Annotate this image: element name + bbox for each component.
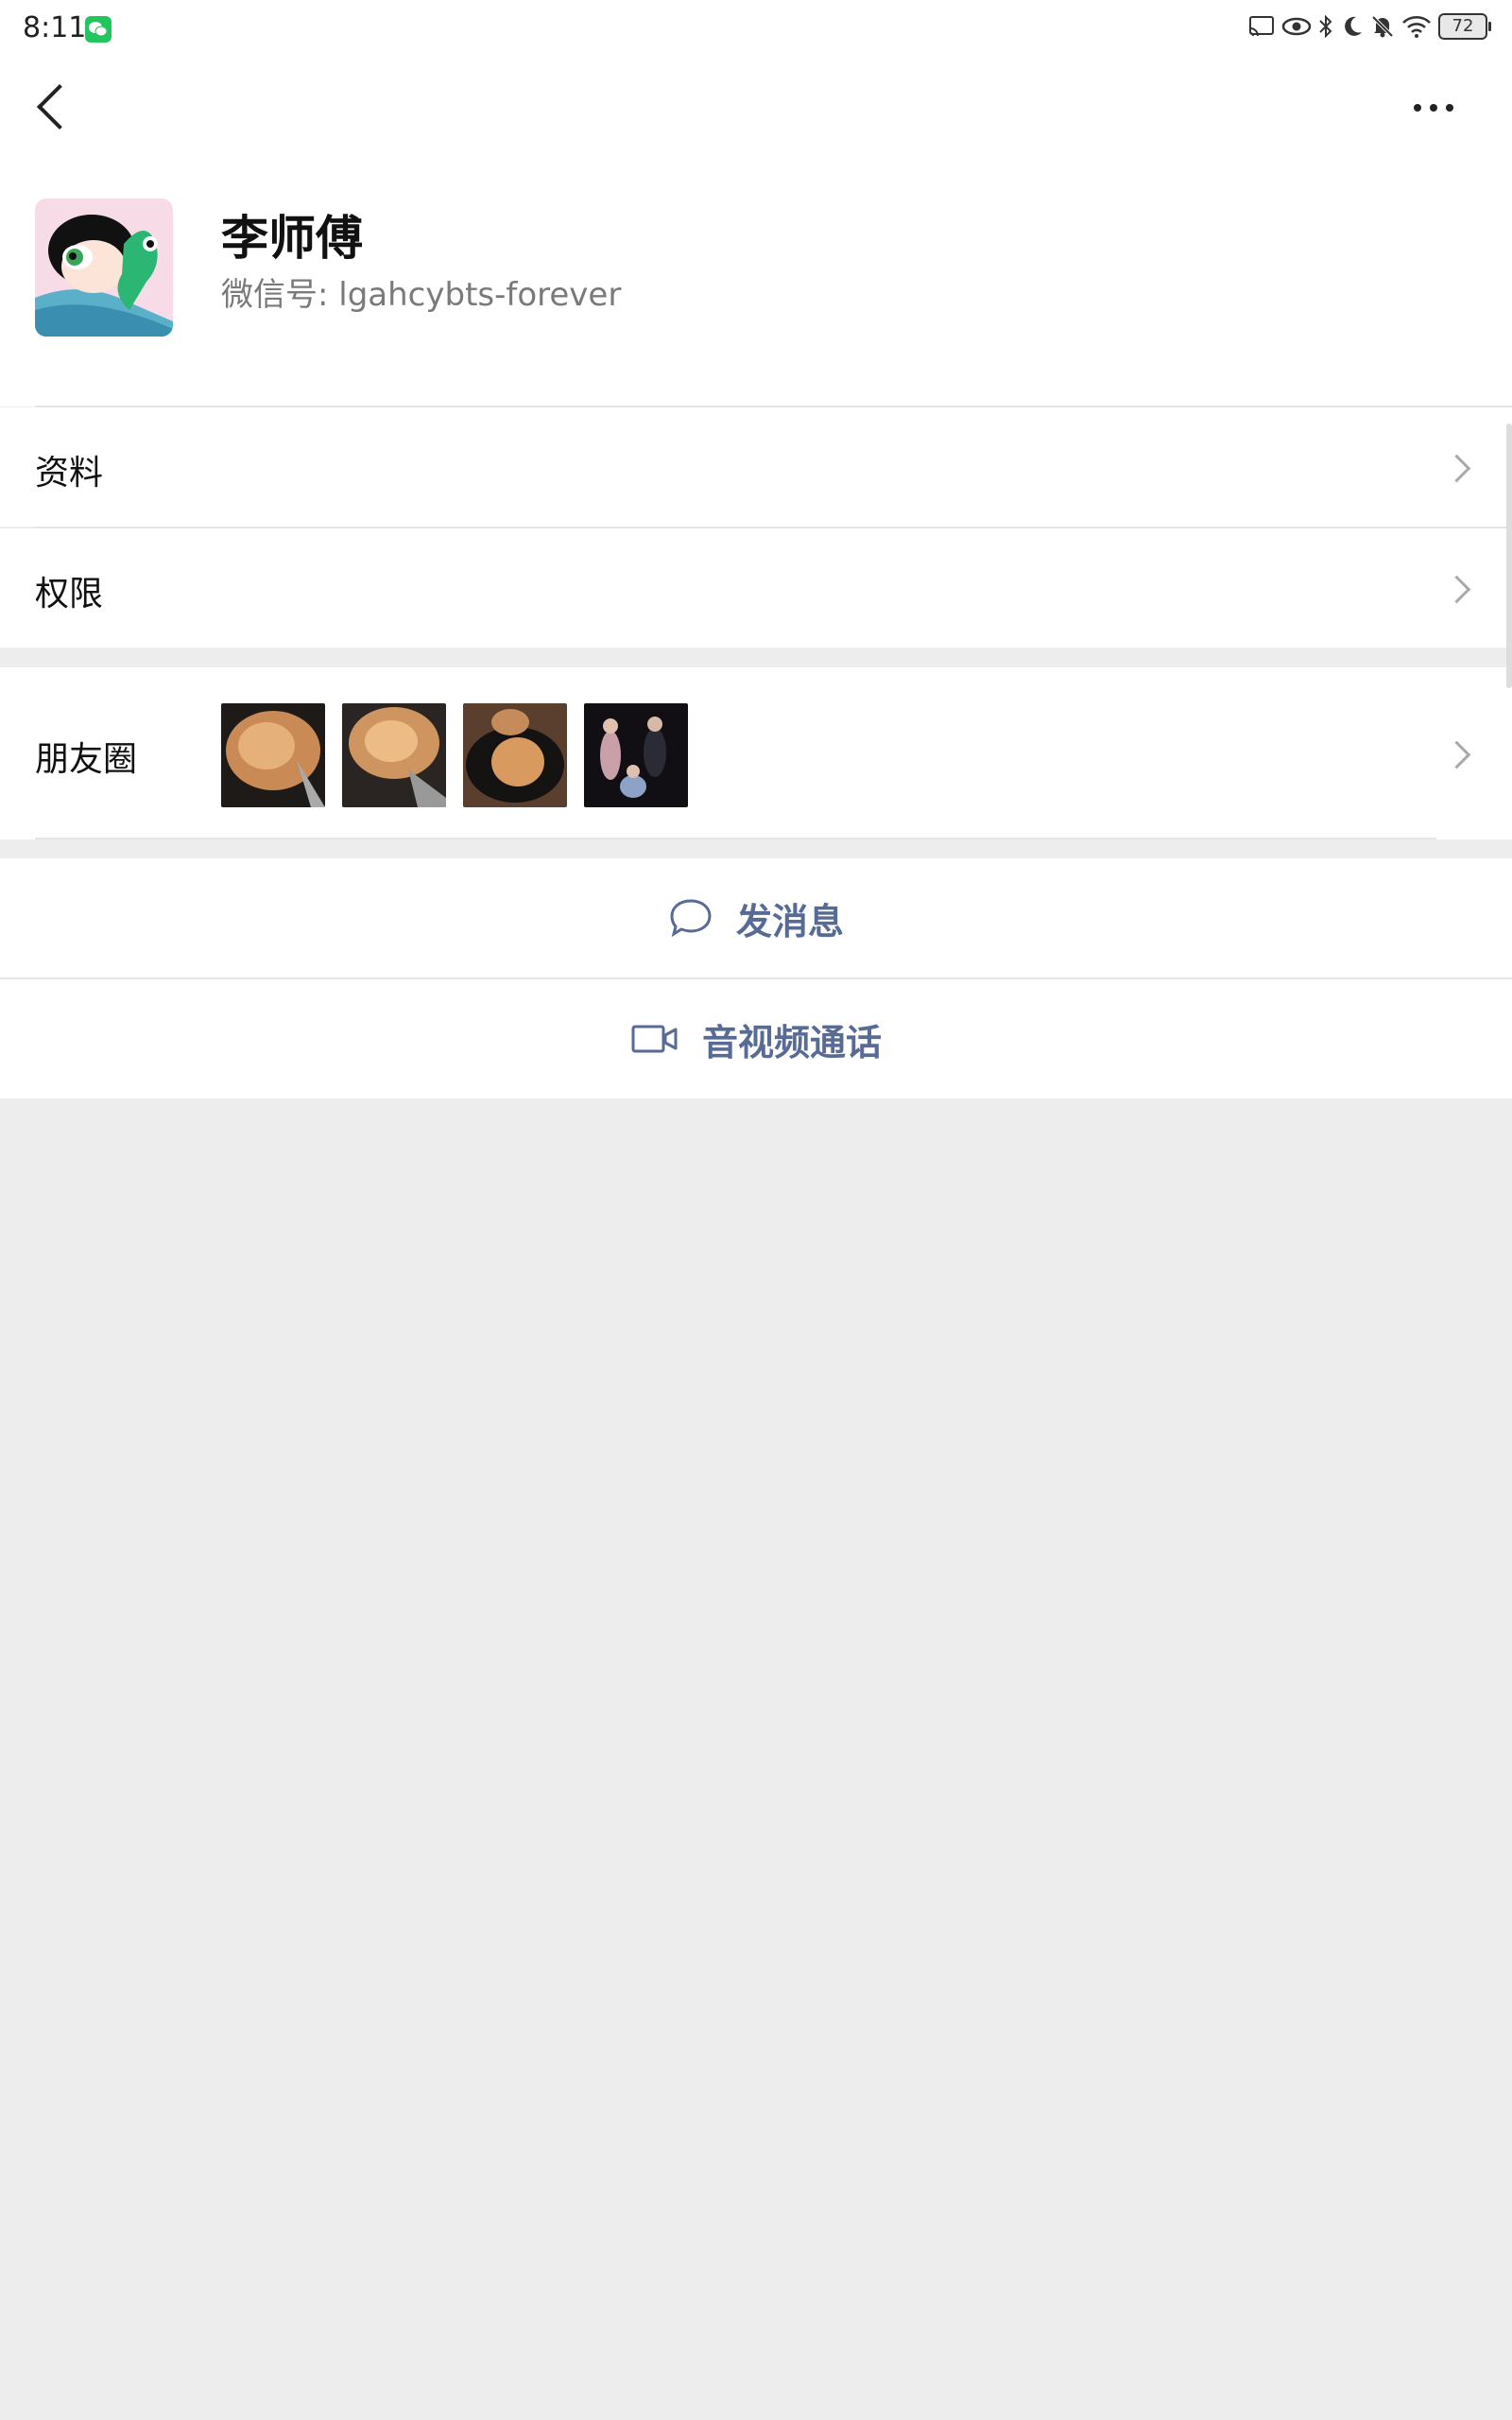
moments-thumbnail [463,703,567,807]
chat-bubble-icon [670,899,712,938]
nav-bar [0,59,1512,163]
row-moments-label: 朋友圈 [35,740,138,779]
chevron-right-icon [1442,575,1471,604]
scrollbar[interactable] [1506,424,1512,688]
moments-thumbnail [221,703,325,807]
chevron-right-icon [1442,740,1471,769]
cast-icon [1249,16,1274,37]
row-info-label: 资料 [35,454,104,493]
video-camera-icon [631,1025,678,1053]
status-bar: 8:11 72 [0,0,1512,59]
more-dots-icon [1414,104,1421,112]
send-message-label: 发消息 [735,900,844,942]
video-call-button[interactable]: 音视频通话 [0,979,1512,1098]
row-info[interactable]: 资料 [0,407,1512,527]
system-icons: 72 [1247,13,1491,40]
chevron-right-icon [1442,454,1471,483]
more-options-button[interactable] [1414,104,1453,112]
profile-name: 李师傅 [221,211,363,266]
moments-thumbnail [342,703,446,807]
avatar[interactable] [35,199,173,337]
moon-icon [1345,16,1362,36]
row-permissions[interactable]: 权限 [0,528,1512,648]
bell-off-icon [1371,15,1394,38]
row-permissions-label: 权限 [35,575,104,614]
send-message-button[interactable]: 发消息 [0,858,1512,977]
wechat-id: 微信号: lgahcybts-forever [221,276,622,314]
back-button[interactable] [36,83,83,130]
video-call-label: 音视频通话 [701,1021,882,1063]
eye-icon [1281,17,1312,36]
bluetooth-icon [1319,14,1332,39]
divider [35,838,1436,839]
wechat-notification-icon [85,16,112,43]
row-moments[interactable]: 朋友圈 [0,667,1512,839]
wifi-icon [1402,16,1431,38]
battery-icon: 72 [1438,13,1491,40]
profile-header: 李师傅 微信号: lgahcybts-forever [0,163,1512,406]
status-time: 8:11 [23,11,87,44]
moments-thumbnail [584,703,688,807]
